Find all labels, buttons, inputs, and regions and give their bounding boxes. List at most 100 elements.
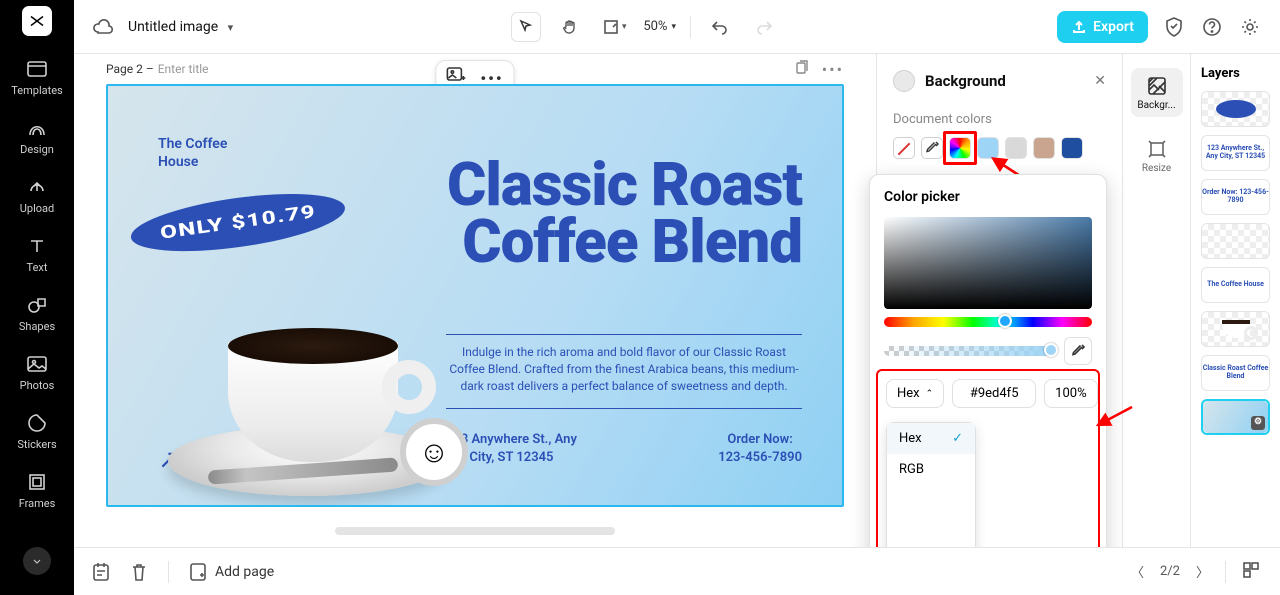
format-option-label: RGB — [899, 462, 924, 477]
app-logo[interactable] — [22, 6, 52, 36]
document-colors-label: Document colors — [893, 112, 1106, 127]
sidebar-item-photos[interactable]: Photos — [20, 353, 55, 392]
delete-icon[interactable] — [130, 562, 148, 582]
pointer-tool-button[interactable] — [511, 12, 541, 42]
hex-input[interactable] — [952, 379, 1036, 408]
alpha-thumb[interactable] — [1044, 343, 1058, 357]
cloud-sync-icon[interactable] — [92, 18, 114, 36]
prev-page-button[interactable]: 〈 — [1129, 560, 1146, 583]
frames-icon — [28, 471, 46, 493]
color-saturation-value-area[interactable] — [884, 217, 1092, 309]
headline-line-2: Coffee Blend — [447, 213, 802, 270]
sidebar-item-label: Stickers — [17, 438, 56, 451]
layer-thumb[interactable]: The Coffee House — [1201, 267, 1270, 303]
close-icon[interactable]: ✕ — [1094, 73, 1106, 89]
undo-button[interactable] — [705, 12, 735, 42]
color-format-dropdown: Hex ✓ RGB — [886, 422, 976, 547]
swatch-lightblue[interactable] — [977, 137, 999, 159]
zoom-dropdown[interactable]: 50% ▾ — [643, 19, 676, 34]
hue-thumb[interactable] — [998, 314, 1012, 328]
check-icon: ✓ — [952, 431, 963, 446]
opacity-input[interactable]: 100% — [1044, 379, 1097, 408]
layer-thumb[interactable] — [1201, 311, 1270, 347]
alpha-slider[interactable] — [884, 346, 1054, 356]
sidebar-item-label: Templates — [11, 84, 62, 97]
smiley-sticker[interactable]: ☺ — [400, 418, 468, 486]
next-page-button[interactable]: 〉 — [1194, 560, 1211, 583]
zoom-value: 50% — [643, 19, 667, 34]
document-color-swatches — [893, 137, 1106, 159]
add-page-button[interactable]: Add page — [189, 562, 274, 582]
text-icon — [28, 235, 46, 257]
swatch-eyedropper[interactable] — [921, 137, 943, 159]
export-button[interactable]: Export — [1057, 11, 1148, 43]
resize-icon — [1145, 137, 1169, 161]
hand-tool-button[interactable] — [555, 12, 585, 42]
layer-thumb[interactable]: 123 Anywhere St., Any City, ST 12345 — [1201, 135, 1270, 171]
page-grid-icon[interactable] — [1240, 559, 1262, 585]
shapes-icon — [27, 294, 47, 316]
layer-thumb[interactable]: Classic Roast Coffee Blend — [1201, 355, 1270, 391]
layer-thumb[interactable]: ⚙ — [1201, 399, 1270, 435]
crop-tool-button[interactable]: ▾ — [599, 12, 629, 42]
headline[interactable]: Classic Roast Coffee Blend — [447, 156, 802, 270]
sidebar-item-shapes[interactable]: Shapes — [19, 294, 55, 333]
swatch-color-picker[interactable] — [949, 137, 971, 159]
document-title[interactable]: Untitled image ▾ — [128, 19, 233, 35]
color-format-select[interactable]: Hex ⌃ — [886, 379, 944, 408]
layers-panel: Layers 123 Anywhere St., Any City, ST 12… — [1190, 54, 1280, 547]
duplicate-page-icon[interactable] — [794, 60, 810, 80]
sidebar-item-design[interactable]: Design — [20, 117, 54, 156]
horizontal-scrollbar[interactable] — [335, 527, 615, 535]
sidebar-item-upload[interactable]: Upload — [20, 176, 54, 215]
sidebar-more-button[interactable] — [23, 547, 51, 575]
settings-icon[interactable] — [1238, 15, 1262, 39]
page-header: Page 2 – Enter title — [106, 62, 209, 76]
chevron-up-icon: ⌃ — [926, 389, 934, 399]
body-copy[interactable]: Indulge in the rich aroma and bold flavo… — [446, 344, 802, 394]
help-icon[interactable] — [1200, 15, 1224, 39]
tab-background[interactable]: Backgr... — [1131, 68, 1183, 117]
top-bar: Untitled image ▾ ▾ 50% ▾ — [74, 0, 1280, 54]
layer-thumb[interactable]: Order Now: 123-456-7890 — [1201, 179, 1270, 215]
contact-row[interactable]: 123 Anywhere St., Any City, ST 12345 Ord… — [446, 431, 802, 466]
layer-thumb[interactable] — [1201, 223, 1270, 259]
layer-settings-icon[interactable]: ⚙ — [1251, 416, 1265, 430]
swatch-tan[interactable] — [1033, 137, 1055, 159]
sidebar-item-text[interactable]: Text — [27, 235, 48, 274]
photos-icon — [27, 353, 47, 375]
bottom-bar: Add page 〈 2/2 〉 — [74, 547, 1280, 595]
order-block: Order Now: 123-456-7890 — [718, 431, 802, 466]
format-option-rgb[interactable]: RGB — [887, 454, 975, 485]
swatch-blue[interactable] — [1061, 137, 1083, 159]
redo-button[interactable] — [749, 12, 779, 42]
coffee-image[interactable]: ☺ — [168, 276, 468, 496]
document-title-text: Untitled image — [128, 19, 218, 35]
hue-slider[interactable] — [884, 317, 1092, 327]
notes-icon[interactable] — [92, 562, 110, 582]
page-more-icon[interactable]: ••• — [822, 60, 844, 80]
shield-icon[interactable] — [1162, 15, 1186, 39]
swatch-none[interactable] — [893, 137, 915, 159]
sidebar-item-label: Photos — [20, 379, 55, 392]
price-badge[interactable]: ONLY $10.79 — [128, 183, 349, 262]
brand-label[interactable]: The Coffee House — [158, 136, 238, 171]
eyedropper-button[interactable] — [1064, 337, 1092, 365]
tab-label: Resize — [1142, 163, 1171, 174]
page-title-input[interactable]: Enter title — [158, 62, 209, 76]
tab-label: Backgr... — [1137, 100, 1175, 111]
sidebar-item-templates[interactable]: Templates — [11, 58, 62, 97]
format-option-hex[interactable]: Hex ✓ — [887, 423, 975, 454]
templates-icon — [27, 58, 47, 80]
format-option-label: Hex — [899, 431, 922, 446]
tab-resize[interactable]: Resize — [1131, 131, 1183, 180]
sidebar-item-frames[interactable]: Frames — [19, 471, 56, 510]
swatch-grey[interactable] — [1005, 137, 1027, 159]
panel-tabs: Backgr... Resize — [1122, 54, 1190, 547]
layer-thumb[interactable] — [1201, 91, 1270, 127]
page-number-label: Page 2 – — [106, 62, 154, 76]
background-icon — [1145, 74, 1169, 98]
design-canvas[interactable]: The Coffee House ONLY $10.79 Classic Roa… — [106, 84, 844, 507]
sidebar-item-stickers[interactable]: Stickers — [17, 412, 56, 451]
color-picker-title: Color picker — [884, 189, 1092, 205]
